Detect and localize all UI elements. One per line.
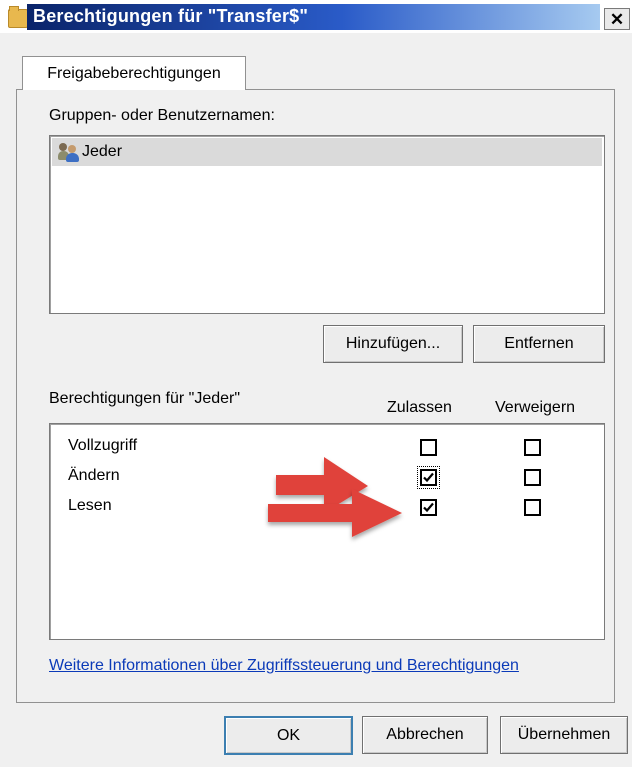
remove-button[interactable]: Entfernen [473, 325, 605, 363]
permission-name: Lesen [68, 497, 112, 514]
users-icon [58, 142, 80, 162]
groups-listbox[interactable]: Jeder [49, 135, 605, 314]
tab-label: Freigabeberechtigungen [47, 64, 221, 82]
window-title: Berechtigungen für "Transfer$" [33, 6, 309, 26]
allow-modify-checkbox[interactable] [417, 466, 440, 489]
allow-read-checkbox[interactable] [420, 499, 437, 516]
title-bar: Berechtigungen für "Transfer$" ✕ [0, 0, 632, 33]
permission-name: Ändern [68, 467, 120, 484]
column-allow: Zulassen [387, 399, 452, 416]
allow-full-control-checkbox[interactable] [420, 439, 437, 456]
info-link[interactable]: Weitere Informationen über Zugriffssteue… [49, 657, 519, 675]
checkmark-icon [423, 472, 434, 483]
permission-name: Vollzugriff [68, 437, 138, 454]
dialog-body: Freigabeberechtigungen Gruppen- oder Ben… [0, 33, 632, 767]
apply-button[interactable]: Übernehmen [500, 716, 628, 754]
checkmark-icon [423, 502, 434, 513]
tab-share-permissions[interactable]: Freigabeberechtigungen [22, 56, 246, 90]
close-icon: ✕ [609, 9, 625, 29]
red-arrows-annotation [268, 457, 402, 537]
deny-full-control-checkbox[interactable] [524, 439, 541, 456]
close-button[interactable]: ✕ [604, 8, 630, 30]
permissions-label: Berechtigungen für "Jeder" [49, 390, 241, 407]
ok-button[interactable]: OK [224, 716, 353, 755]
column-deny: Verweigern [495, 399, 576, 416]
groups-label: Gruppen- oder Benutzernamen: [49, 107, 275, 124]
cancel-button[interactable]: Abbrechen [362, 716, 488, 754]
deny-modify-checkbox[interactable] [524, 469, 541, 486]
tab-panel: Gruppen- oder Benutzernamen: Jeder Hinzu… [16, 89, 615, 703]
folder-icon [8, 6, 28, 28]
add-button[interactable]: Hinzufügen... [323, 325, 463, 363]
list-item-jeder[interactable]: Jeder [52, 138, 602, 166]
deny-read-checkbox[interactable] [524, 499, 541, 516]
list-item-label: Jeder [82, 143, 123, 160]
